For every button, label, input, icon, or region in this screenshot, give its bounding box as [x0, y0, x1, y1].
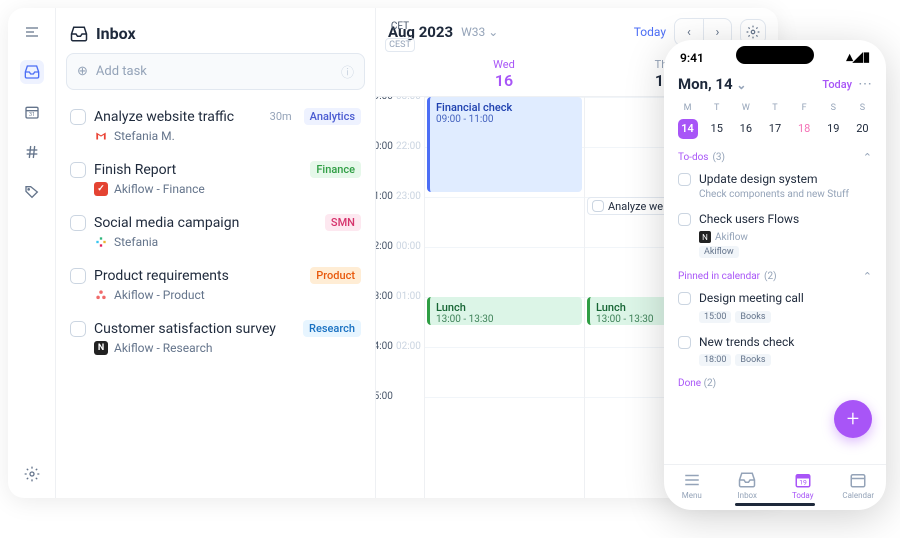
- inbox-icon: [738, 471, 756, 489]
- phone-weekday[interactable]: W16: [732, 103, 759, 139]
- phone-home-indicator: [735, 503, 815, 506]
- task-title: Social media campaign: [94, 215, 317, 231]
- nav-rail: 31: [8, 8, 56, 498]
- phone-weekday[interactable]: M14: [674, 103, 701, 139]
- inbox-title: Inbox: [96, 24, 136, 43]
- phone-weekday[interactable]: T15: [703, 103, 730, 139]
- section-todos[interactable]: To-dos(3)⌃: [664, 147, 886, 168]
- inbox-icon: [70, 25, 88, 43]
- phone-mockup: 9:41 ▴◢▮ Mon, 14 ⌄ Today ⋯ M14 T15 W16 T…: [664, 40, 886, 510]
- chevron-up-icon: ⌃: [863, 270, 872, 283]
- phone-more-icon[interactable]: ⋯: [858, 76, 872, 92]
- phone-time: 9:41: [680, 51, 704, 65]
- section-done[interactable]: Done (2): [664, 374, 886, 393]
- phone-weekday[interactable]: T17: [761, 103, 788, 139]
- task-title: Finish Report: [94, 162, 302, 178]
- task-list: Analyze website traffic 30m Analytics St…: [66, 100, 365, 365]
- todo-update-design[interactable]: Update design systemCheck components and…: [664, 168, 886, 208]
- task-tag[interactable]: Product: [310, 267, 361, 284]
- task-source: ✓Akiflow - Finance: [70, 182, 361, 196]
- task-source: Akiflow - Product: [70, 288, 361, 302]
- task-source: Stefania: [70, 235, 361, 249]
- checkbox[interactable]: [678, 213, 691, 226]
- task-checkbox[interactable]: [70, 215, 86, 231]
- calendar-week[interactable]: W33 ⌄: [461, 25, 498, 39]
- task-item[interactable]: Analyze website traffic 30m Analytics St…: [66, 100, 365, 153]
- phone-week-strip[interactable]: M14 T15 W16 T17 F18 S19 S20: [664, 99, 886, 147]
- collapse-icon[interactable]: [20, 20, 44, 44]
- inbox-nav-icon[interactable]: [20, 60, 44, 84]
- event-checkbox[interactable]: [592, 200, 604, 212]
- pinned-trends[interactable]: New trends check 18:00Books: [664, 331, 886, 375]
- fab-add-button[interactable]: +: [834, 400, 872, 438]
- hash-icon[interactable]: [20, 140, 44, 164]
- tag-icon[interactable]: [20, 180, 44, 204]
- calendar-nav-icon[interactable]: 31: [20, 100, 44, 124]
- task-tag[interactable]: Research: [303, 320, 361, 337]
- checkbox[interactable]: [678, 292, 691, 305]
- settings-icon[interactable]: [20, 462, 44, 486]
- chip-akiflow: Akiflow: [699, 246, 739, 258]
- add-task-placeholder: Add task: [96, 64, 147, 79]
- task-title: Product requirements: [94, 268, 302, 284]
- phone-tab-calendar[interactable]: Calendar: [831, 471, 887, 500]
- slack-icon: [94, 235, 108, 249]
- task-duration: 30m: [270, 110, 292, 123]
- section-pinned[interactable]: Pinned in calendar(2)⌃: [664, 266, 886, 287]
- task-item[interactable]: Customer satisfaction survey Research NA…: [66, 312, 365, 365]
- notion-icon: N: [94, 341, 108, 355]
- phone-tab-menu[interactable]: Menu: [664, 471, 720, 500]
- task-checkbox[interactable]: [70, 268, 86, 284]
- today-link[interactable]: Today: [634, 25, 666, 39]
- notion-icon: N: [699, 231, 711, 243]
- svg-text:31: 31: [29, 112, 35, 118]
- phone-weekday[interactable]: S20: [849, 103, 876, 139]
- task-title: Analyze website traffic: [94, 109, 262, 125]
- todo-check-flows[interactable]: Check users Flows NAkiflow Akiflow: [664, 208, 886, 267]
- checkbox[interactable]: [678, 173, 691, 186]
- event-lunch-wed[interactable]: Lunch 13:00 - 13:30: [427, 297, 582, 325]
- task-tag[interactable]: Finance: [310, 161, 361, 178]
- task-tag[interactable]: Analytics: [304, 108, 361, 125]
- svg-text:19: 19: [799, 479, 807, 487]
- desktop-app: 31 Inbox ⊕ Add task ⓘ Analyze website tr…: [8, 8, 778, 498]
- phone-header: Mon, 14 ⌄ Today ⋯: [664, 65, 886, 99]
- inbox-panel: Inbox ⊕ Add task ⓘ Analyze website traff…: [56, 8, 376, 498]
- phone-tab-today[interactable]: 19 Today: [775, 471, 831, 500]
- calendar-day[interactable]: Wed16: [424, 56, 584, 96]
- chevron-up-icon: ⌃: [863, 151, 872, 164]
- task-source: Stefania M.: [70, 129, 361, 143]
- menu-icon: [683, 471, 701, 489]
- add-task-input[interactable]: ⊕ Add task ⓘ: [66, 53, 365, 90]
- calendar-icon: [849, 471, 867, 489]
- phone-today-link[interactable]: Today: [822, 78, 852, 91]
- event-financial-check[interactable]: Financial check 09:00 - 11:00: [427, 97, 582, 192]
- phone-weekday[interactable]: S19: [820, 103, 847, 139]
- task-tag[interactable]: SMN: [325, 214, 361, 231]
- task-checkbox[interactable]: [70, 109, 86, 125]
- checkbox[interactable]: [678, 336, 691, 349]
- gmail-icon: [94, 129, 108, 143]
- plus-icon: ⊕: [77, 64, 88, 79]
- phone-notch: [736, 46, 814, 64]
- phone-date[interactable]: Mon, 14 ⌄: [678, 75, 746, 93]
- pinned-meeting[interactable]: Design meeting call 15:00Books: [664, 287, 886, 331]
- inbox-header: Inbox: [66, 20, 365, 53]
- task-item[interactable]: Product requirements Product Akiflow - P…: [66, 259, 365, 312]
- todoist-icon: ✓: [94, 182, 108, 196]
- task-item[interactable]: Finish Report Finance ✓Akiflow - Finance: [66, 153, 365, 206]
- task-source: NAkiflow - Research: [70, 341, 361, 355]
- phone-status-icons: ▴◢▮: [846, 50, 870, 65]
- task-title: Customer satisfaction survey: [94, 321, 295, 337]
- phone-weekday[interactable]: F18: [791, 103, 818, 139]
- phone-tab-inbox[interactable]: Inbox: [720, 471, 776, 500]
- task-checkbox[interactable]: [70, 162, 86, 178]
- today-icon: 19: [794, 471, 812, 489]
- info-icon[interactable]: ⓘ: [341, 62, 354, 81]
- asana-icon: [94, 288, 108, 302]
- task-item[interactable]: Social media campaign SMN Stefania: [66, 206, 365, 259]
- task-checkbox[interactable]: [70, 321, 86, 337]
- day-col-wed[interactable]: Financial check 09:00 - 11:00 Lunch 13:0…: [424, 97, 584, 498]
- timezone-labels: CET CEST: [376, 21, 424, 52]
